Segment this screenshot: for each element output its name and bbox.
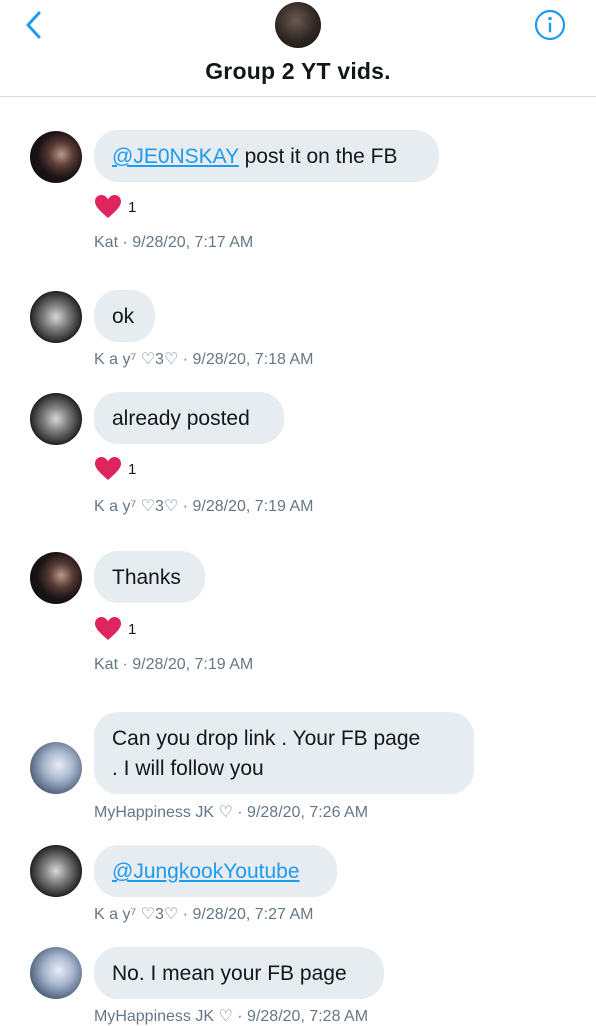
- message-meta: K a y⁷ ♡3♡ · 9/28/20, 7:18 AM: [94, 351, 314, 368]
- message-meta: Kat · 9/28/20, 7:17 AM: [94, 234, 254, 251]
- heart-icon: [95, 195, 121, 218]
- conversation-title: Group 2 YT vids.: [205, 58, 391, 84]
- avatar[interactable]: [30, 947, 82, 999]
- message-meta: MyHappiness JK ♡ · 9/28/20, 7:28 AM: [94, 1008, 369, 1025]
- message-meta: K a y⁷ ♡3♡ · 9/28/20, 7:19 AM: [94, 498, 314, 515]
- reaction-count: 1: [128, 199, 137, 216]
- message-bubble[interactable]: @JE0NSKAY post it on the FB: [94, 130, 439, 182]
- message-bubble[interactable]: @JungkookYoutube: [94, 845, 337, 897]
- mention-link[interactable]: @JungkookYoutube: [112, 860, 300, 883]
- avatar[interactable]: [30, 845, 82, 897]
- avatar[interactable]: [30, 552, 82, 604]
- info-button[interactable]: [534, 9, 566, 41]
- message-meta: MyHappiness JK ♡ · 9/28/20, 7:26 AM: [94, 804, 369, 821]
- message-text: post it on the FB: [238, 145, 398, 168]
- mention-link[interactable]: @JE0NSKAY: [112, 145, 239, 168]
- avatar[interactable]: [30, 393, 82, 445]
- message-bubble[interactable]: Thanks: [94, 551, 205, 603]
- heart-icon: [95, 457, 121, 480]
- heart-icon: [95, 617, 121, 640]
- message-text: Thanks: [112, 566, 181, 589]
- avatar[interactable]: [30, 291, 82, 343]
- avatar[interactable]: [30, 742, 82, 794]
- back-button[interactable]: [22, 10, 46, 40]
- message-bubble[interactable]: already posted: [94, 392, 284, 444]
- group-avatar[interactable]: [275, 2, 321, 48]
- conversation-header: Group 2 YT vids.: [0, 0, 596, 97]
- avatar[interactable]: [30, 131, 82, 183]
- message-bubble[interactable]: No. I mean your FB page: [94, 947, 384, 999]
- message-text: already posted: [112, 407, 250, 430]
- message-text: ok: [112, 305, 135, 328]
- message-bubble[interactable]: Can you drop link . Your FB page . I wil…: [94, 712, 474, 794]
- message-text: . I will follow you: [112, 757, 264, 780]
- info-icon: [534, 9, 566, 41]
- message-bubble[interactable]: ok: [94, 290, 155, 342]
- reaction-count: 1: [128, 461, 137, 478]
- reaction-count: 1: [128, 621, 137, 638]
- message-text: No. I mean your FB page: [112, 962, 347, 985]
- message-meta: Kat · 9/28/20, 7:19 AM: [94, 656, 254, 673]
- message-meta: K a y⁷ ♡3♡ · 9/28/20, 7:27 AM: [94, 906, 314, 923]
- back-chevron-icon: [26, 11, 41, 39]
- message-text: Can you drop link . Your FB page: [112, 727, 421, 750]
